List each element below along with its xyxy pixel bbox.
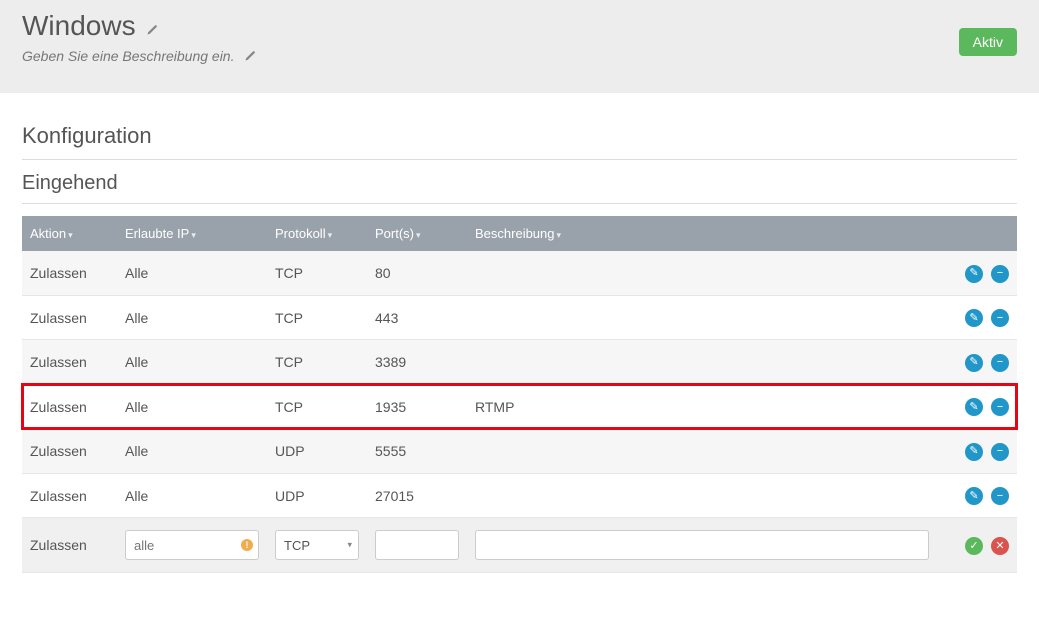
title-text: Windows xyxy=(22,10,136,41)
cell-ops: ✎− xyxy=(937,295,1017,340)
cell-ports: 3389 xyxy=(367,340,467,385)
rules-table: Aktion▾ Erlaubte IP▾ Protokoll▾ Port(s)▾… xyxy=(22,216,1017,573)
subtitle-text: Geben Sie eine Beschreibung ein. xyxy=(22,48,234,64)
cell-description xyxy=(467,295,937,340)
chevron-down-icon: ▾ xyxy=(347,540,352,551)
table-row: ZulassenAlleTCP80 ✎− xyxy=(22,251,1017,295)
cell-protocol: TCP ▾ xyxy=(267,518,367,573)
cell-action: Zulassen xyxy=(22,473,117,518)
cell-description xyxy=(467,340,937,385)
table-row: ZulassenAlleUDP5555 ✎− xyxy=(22,429,1017,474)
edit-icon[interactable]: ✎ xyxy=(965,443,983,461)
new-rule-row: Zulassen!TCP▾✓✕ xyxy=(22,518,1017,573)
sort-icon: ▾ xyxy=(68,230,73,240)
confirm-icon[interactable]: ✓ xyxy=(965,537,983,555)
header-action-label: Aktion xyxy=(30,226,66,241)
header-description[interactable]: Beschreibung▾ xyxy=(467,216,937,251)
status-badge[interactable]: Aktiv xyxy=(959,28,1017,56)
cell-ports xyxy=(367,518,467,573)
cell-ops: ✎− xyxy=(937,473,1017,518)
cell-action: Zulassen xyxy=(22,251,117,295)
cell-ops: ✓✕ xyxy=(937,518,1017,573)
cell-ip: Alle xyxy=(117,473,267,518)
remove-icon[interactable]: − xyxy=(991,443,1009,461)
description-input[interactable] xyxy=(475,530,929,560)
cell-ip: Alle xyxy=(117,251,267,295)
warning-icon[interactable]: ! xyxy=(241,539,253,551)
port-input[interactable] xyxy=(375,530,459,560)
remove-icon[interactable]: − xyxy=(991,265,1009,283)
cell-protocol: TCP xyxy=(267,384,367,429)
header-ports-label: Port(s) xyxy=(375,226,414,241)
cell-description: RTMP xyxy=(467,384,937,429)
header-protocol[interactable]: Protokoll▾ xyxy=(267,216,367,251)
table-row: ZulassenAlleTCP3389 ✎− xyxy=(22,340,1017,385)
sort-icon: ▾ xyxy=(328,230,333,240)
remove-icon[interactable]: − xyxy=(991,487,1009,505)
cell-ip: Alle xyxy=(117,340,267,385)
cell-ports: 1935 xyxy=(367,384,467,429)
cell-ports: 5555 xyxy=(367,429,467,474)
ip-input[interactable] xyxy=(125,530,259,560)
edit-icon[interactable]: ✎ xyxy=(965,309,983,327)
inbound-title: Eingehend xyxy=(22,172,1017,204)
protocol-select[interactable]: TCP ▾ xyxy=(275,530,359,560)
protocol-select-value: TCP xyxy=(284,538,310,553)
cell-action: Zulassen xyxy=(22,518,117,573)
pencil-icon[interactable] xyxy=(146,23,158,39)
table-row: ZulassenAlleUDP27015 ✎− xyxy=(22,473,1017,518)
subtitle-row: Geben Sie eine Beschreibung ein. xyxy=(22,48,1017,65)
header-description-label: Beschreibung xyxy=(475,226,555,241)
remove-icon[interactable]: − xyxy=(991,354,1009,372)
header-protocol-label: Protokoll xyxy=(275,226,326,241)
edit-icon[interactable]: ✎ xyxy=(965,354,983,372)
header-ip-label: Erlaubte IP xyxy=(125,226,189,241)
cell-ops: ✎− xyxy=(937,251,1017,295)
cell-ip: Alle xyxy=(117,295,267,340)
cell-ip: ! xyxy=(117,518,267,573)
cell-action: Zulassen xyxy=(22,295,117,340)
edit-icon[interactable]: ✎ xyxy=(965,487,983,505)
cell-protocol: TCP xyxy=(267,295,367,340)
cell-description xyxy=(467,518,937,573)
edit-icon[interactable]: ✎ xyxy=(965,398,983,416)
cell-ops: ✎− xyxy=(937,340,1017,385)
cell-action: Zulassen xyxy=(22,429,117,474)
sort-icon: ▾ xyxy=(416,230,421,240)
section-title: Konfiguration xyxy=(22,123,1017,160)
cell-description xyxy=(467,473,937,518)
content: Konfiguration Eingehend Aktion▾ Erlaubte… xyxy=(0,93,1039,593)
cell-ops: ✎− xyxy=(937,429,1017,474)
cell-ip: Alle xyxy=(117,384,267,429)
cell-protocol: TCP xyxy=(267,340,367,385)
header-ip[interactable]: Erlaubte IP▾ xyxy=(117,216,267,251)
page-title: Windows xyxy=(22,10,136,42)
header-ports[interactable]: Port(s)▾ xyxy=(367,216,467,251)
cell-protocol: UDP xyxy=(267,429,367,474)
table-row: ZulassenAlleTCP1935RTMP✎− xyxy=(22,384,1017,429)
cell-action: Zulassen xyxy=(22,340,117,385)
cell-description xyxy=(467,251,937,295)
header-action[interactable]: Aktion▾ xyxy=(22,216,117,251)
cell-protocol: TCP xyxy=(267,251,367,295)
cell-ports: 27015 xyxy=(367,473,467,518)
cancel-icon[interactable]: ✕ xyxy=(991,537,1009,555)
edit-icon[interactable]: ✎ xyxy=(965,265,983,283)
cell-protocol: UDP xyxy=(267,473,367,518)
header-operations xyxy=(937,216,1017,251)
sort-icon: ▾ xyxy=(557,230,562,240)
cell-action: Zulassen xyxy=(22,384,117,429)
remove-icon[interactable]: − xyxy=(991,309,1009,327)
pencil-icon[interactable] xyxy=(244,49,256,65)
cell-ports: 80 xyxy=(367,251,467,295)
table-row: ZulassenAlleTCP443 ✎− xyxy=(22,295,1017,340)
cell-ports: 443 xyxy=(367,295,467,340)
remove-icon[interactable]: − xyxy=(991,398,1009,416)
cell-ip: Alle xyxy=(117,429,267,474)
cell-ops: ✎− xyxy=(937,384,1017,429)
sort-icon: ▾ xyxy=(191,230,196,240)
page-header: Windows Geben Sie eine Beschreibung ein.… xyxy=(0,0,1039,93)
cell-description xyxy=(467,429,937,474)
